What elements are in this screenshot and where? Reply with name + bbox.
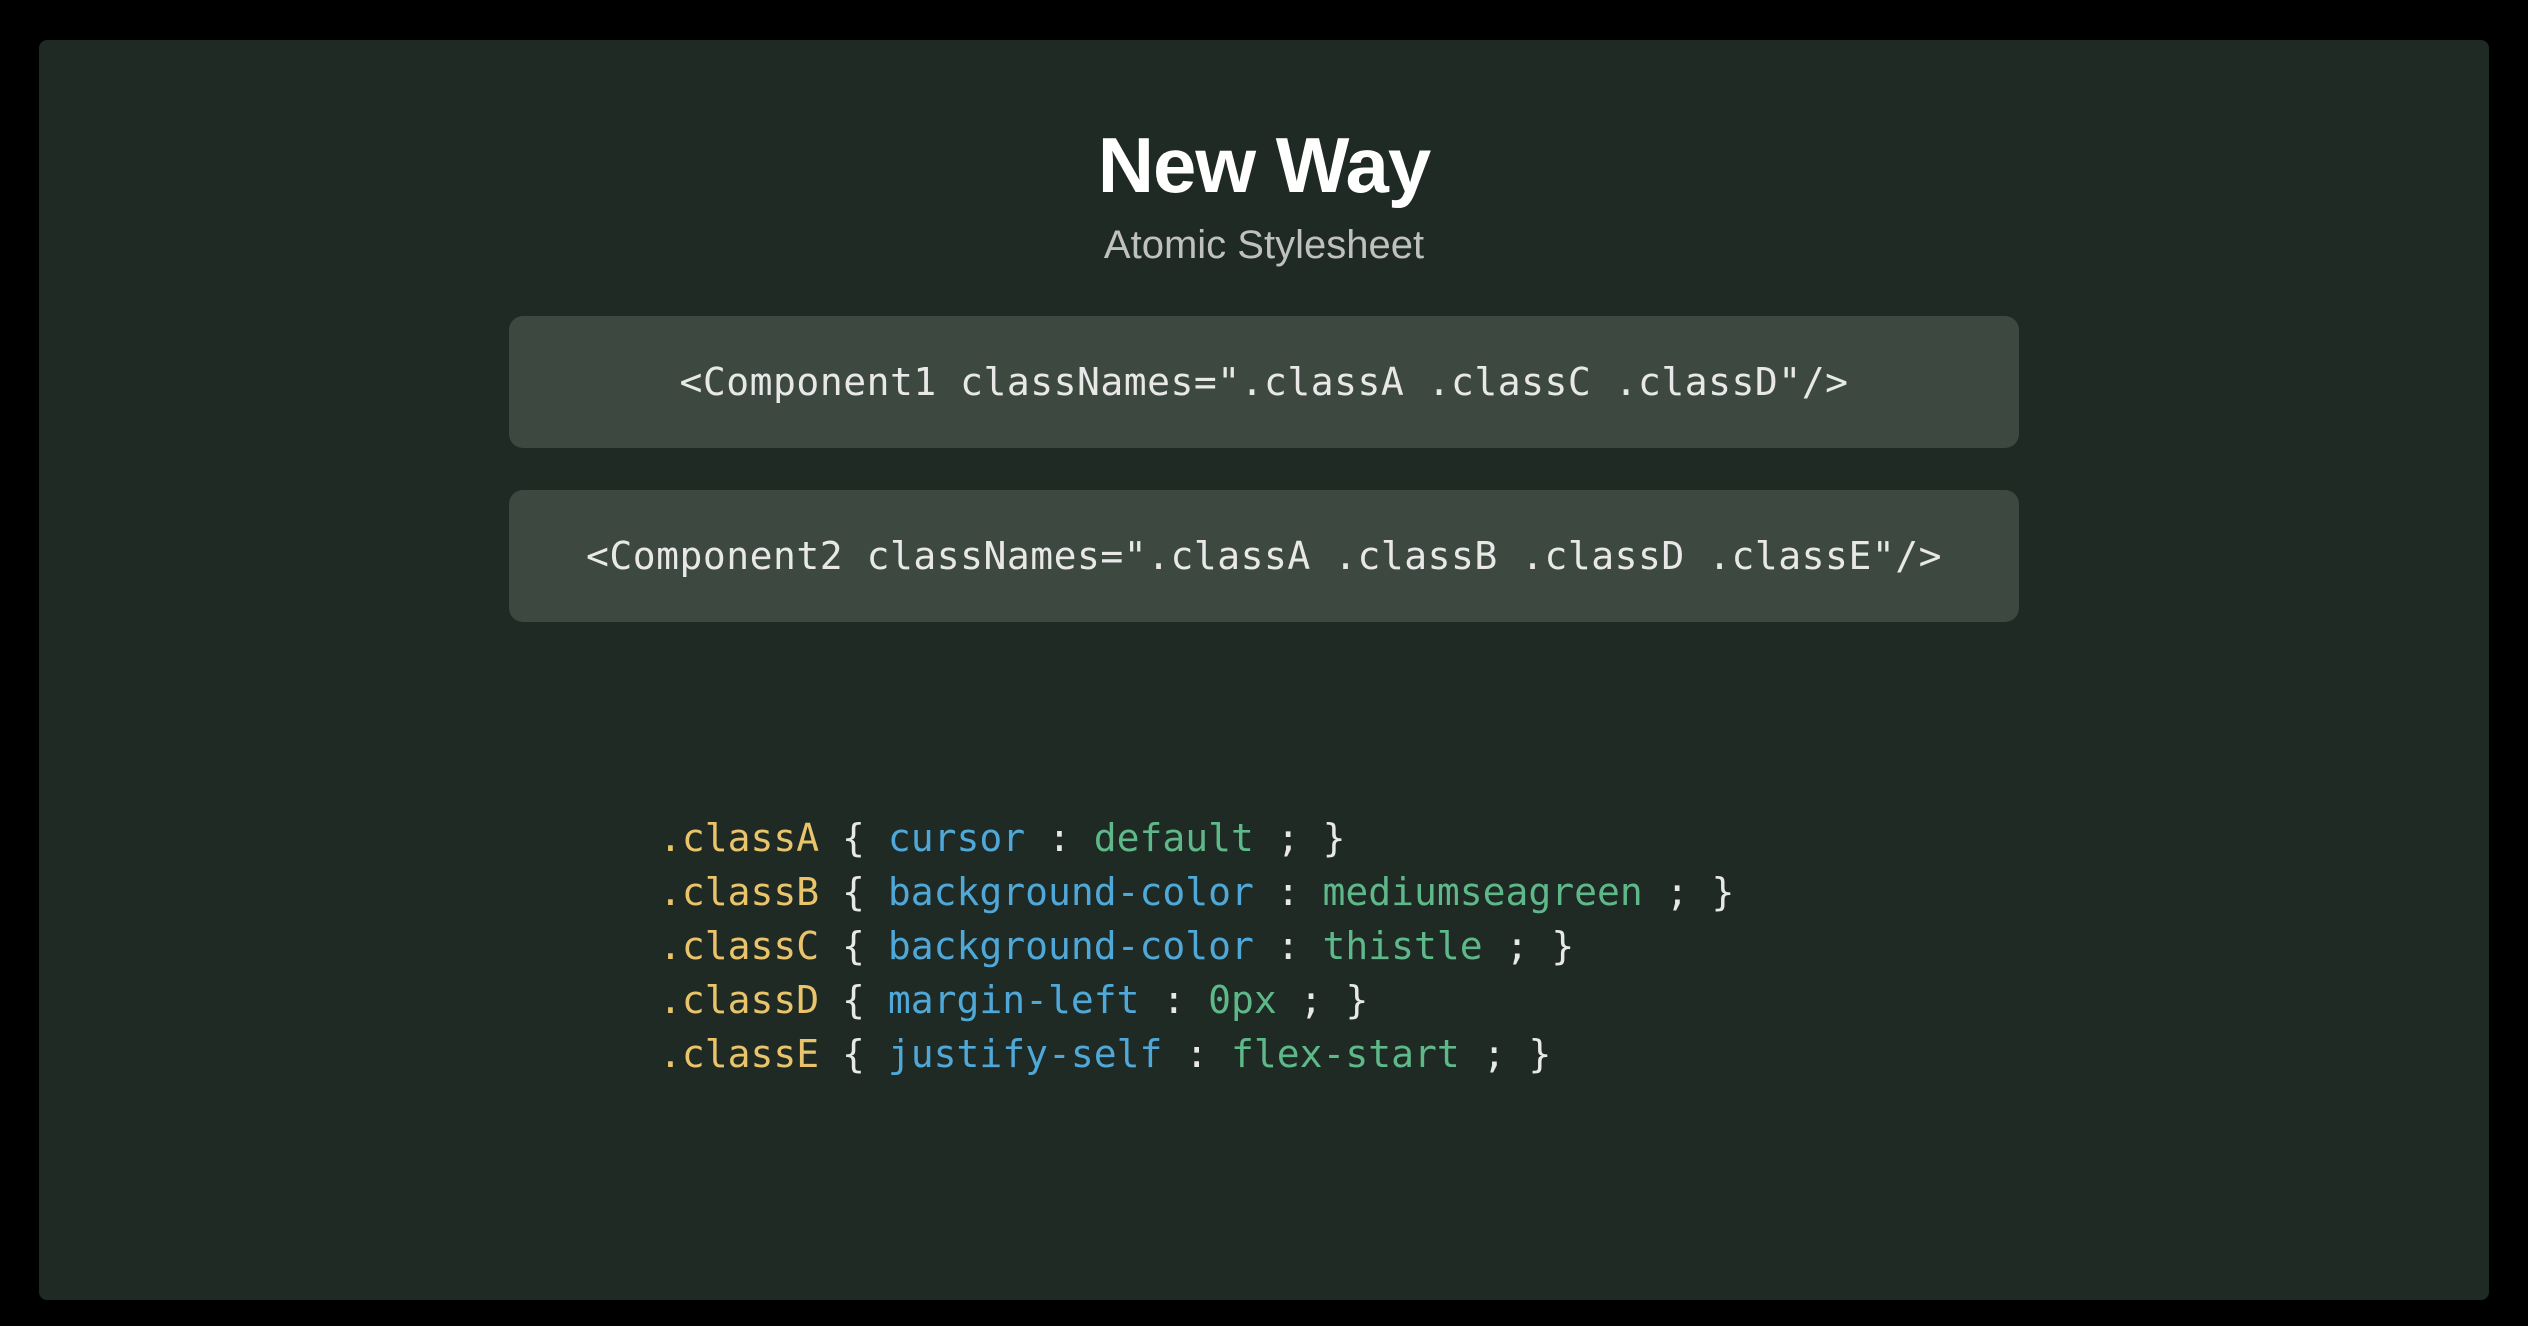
slide-title: New Way [1098, 120, 1431, 211]
css-colon: : [1185, 1032, 1231, 1076]
css-property: background-color [888, 870, 1254, 914]
css-close-brace: } [1345, 978, 1368, 1022]
component-snippet-box-2: <Component2 classNames=".classA .classB … [509, 490, 2019, 622]
css-semicolon: ; [1483, 1032, 1506, 1076]
css-selector: .classE [659, 1032, 819, 1076]
css-semicolon: ; [1506, 924, 1529, 968]
css-open-brace: { [842, 816, 888, 860]
component-snippet-text-1: <Component1 classNames=".classA .classC … [680, 360, 1849, 404]
css-open-brace: { [842, 870, 888, 914]
css-close-brace: } [1323, 816, 1346, 860]
css-value: flex-start [1231, 1032, 1460, 1076]
css-semicolon: ; [1277, 816, 1300, 860]
css-selector: .classD [659, 978, 819, 1022]
css-rule-line: .classA { cursor : default ; } [659, 812, 1734, 866]
css-selector: .classC [659, 924, 819, 968]
css-selector: .classA [659, 816, 819, 860]
css-rule-line: .classB { background-color : mediumseagr… [659, 866, 1734, 920]
css-colon: : [1162, 978, 1208, 1022]
css-value: thistle [1323, 924, 1483, 968]
css-close-brace: } [1711, 870, 1734, 914]
css-colon: : [1277, 924, 1323, 968]
component-snippet-text-2: <Component2 classNames=".classA .classB … [586, 534, 1942, 578]
css-property: margin-left [888, 978, 1140, 1022]
css-selector: .classB [659, 870, 819, 914]
slide-subtitle: Atomic Stylesheet [1104, 223, 1424, 268]
css-rule-line: .classE { justify-self : flex-start ; } [659, 1028, 1734, 1082]
css-property: justify-self [888, 1032, 1163, 1076]
css-property: cursor [888, 816, 1025, 860]
css-rules-block: .classA { cursor : default ; } .classB {… [659, 812, 1734, 1082]
css-close-brace: } [1551, 924, 1574, 968]
css-semicolon: ; [1666, 870, 1689, 914]
css-colon: : [1048, 816, 1094, 860]
css-property: background-color [888, 924, 1254, 968]
css-value: mediumseagreen [1323, 870, 1643, 914]
slide-container: New Way Atomic Stylesheet <Component1 cl… [39, 40, 2489, 1300]
css-value: 0px [1208, 978, 1277, 1022]
component-snippet-box-1: <Component1 classNames=".classA .classC … [509, 316, 2019, 448]
css-rule-line: .classC { background-color : thistle ; } [659, 920, 1734, 974]
css-open-brace: { [842, 1032, 888, 1076]
css-close-brace: } [1528, 1032, 1551, 1076]
component-snippet-group: <Component1 classNames=".classA .classC … [509, 316, 2019, 622]
css-value: default [1094, 816, 1254, 860]
css-colon: : [1277, 870, 1323, 914]
css-semicolon: ; [1300, 978, 1323, 1022]
css-rule-line: .classD { margin-left : 0px ; } [659, 974, 1734, 1028]
css-open-brace: { [842, 924, 888, 968]
css-open-brace: { [842, 978, 888, 1022]
